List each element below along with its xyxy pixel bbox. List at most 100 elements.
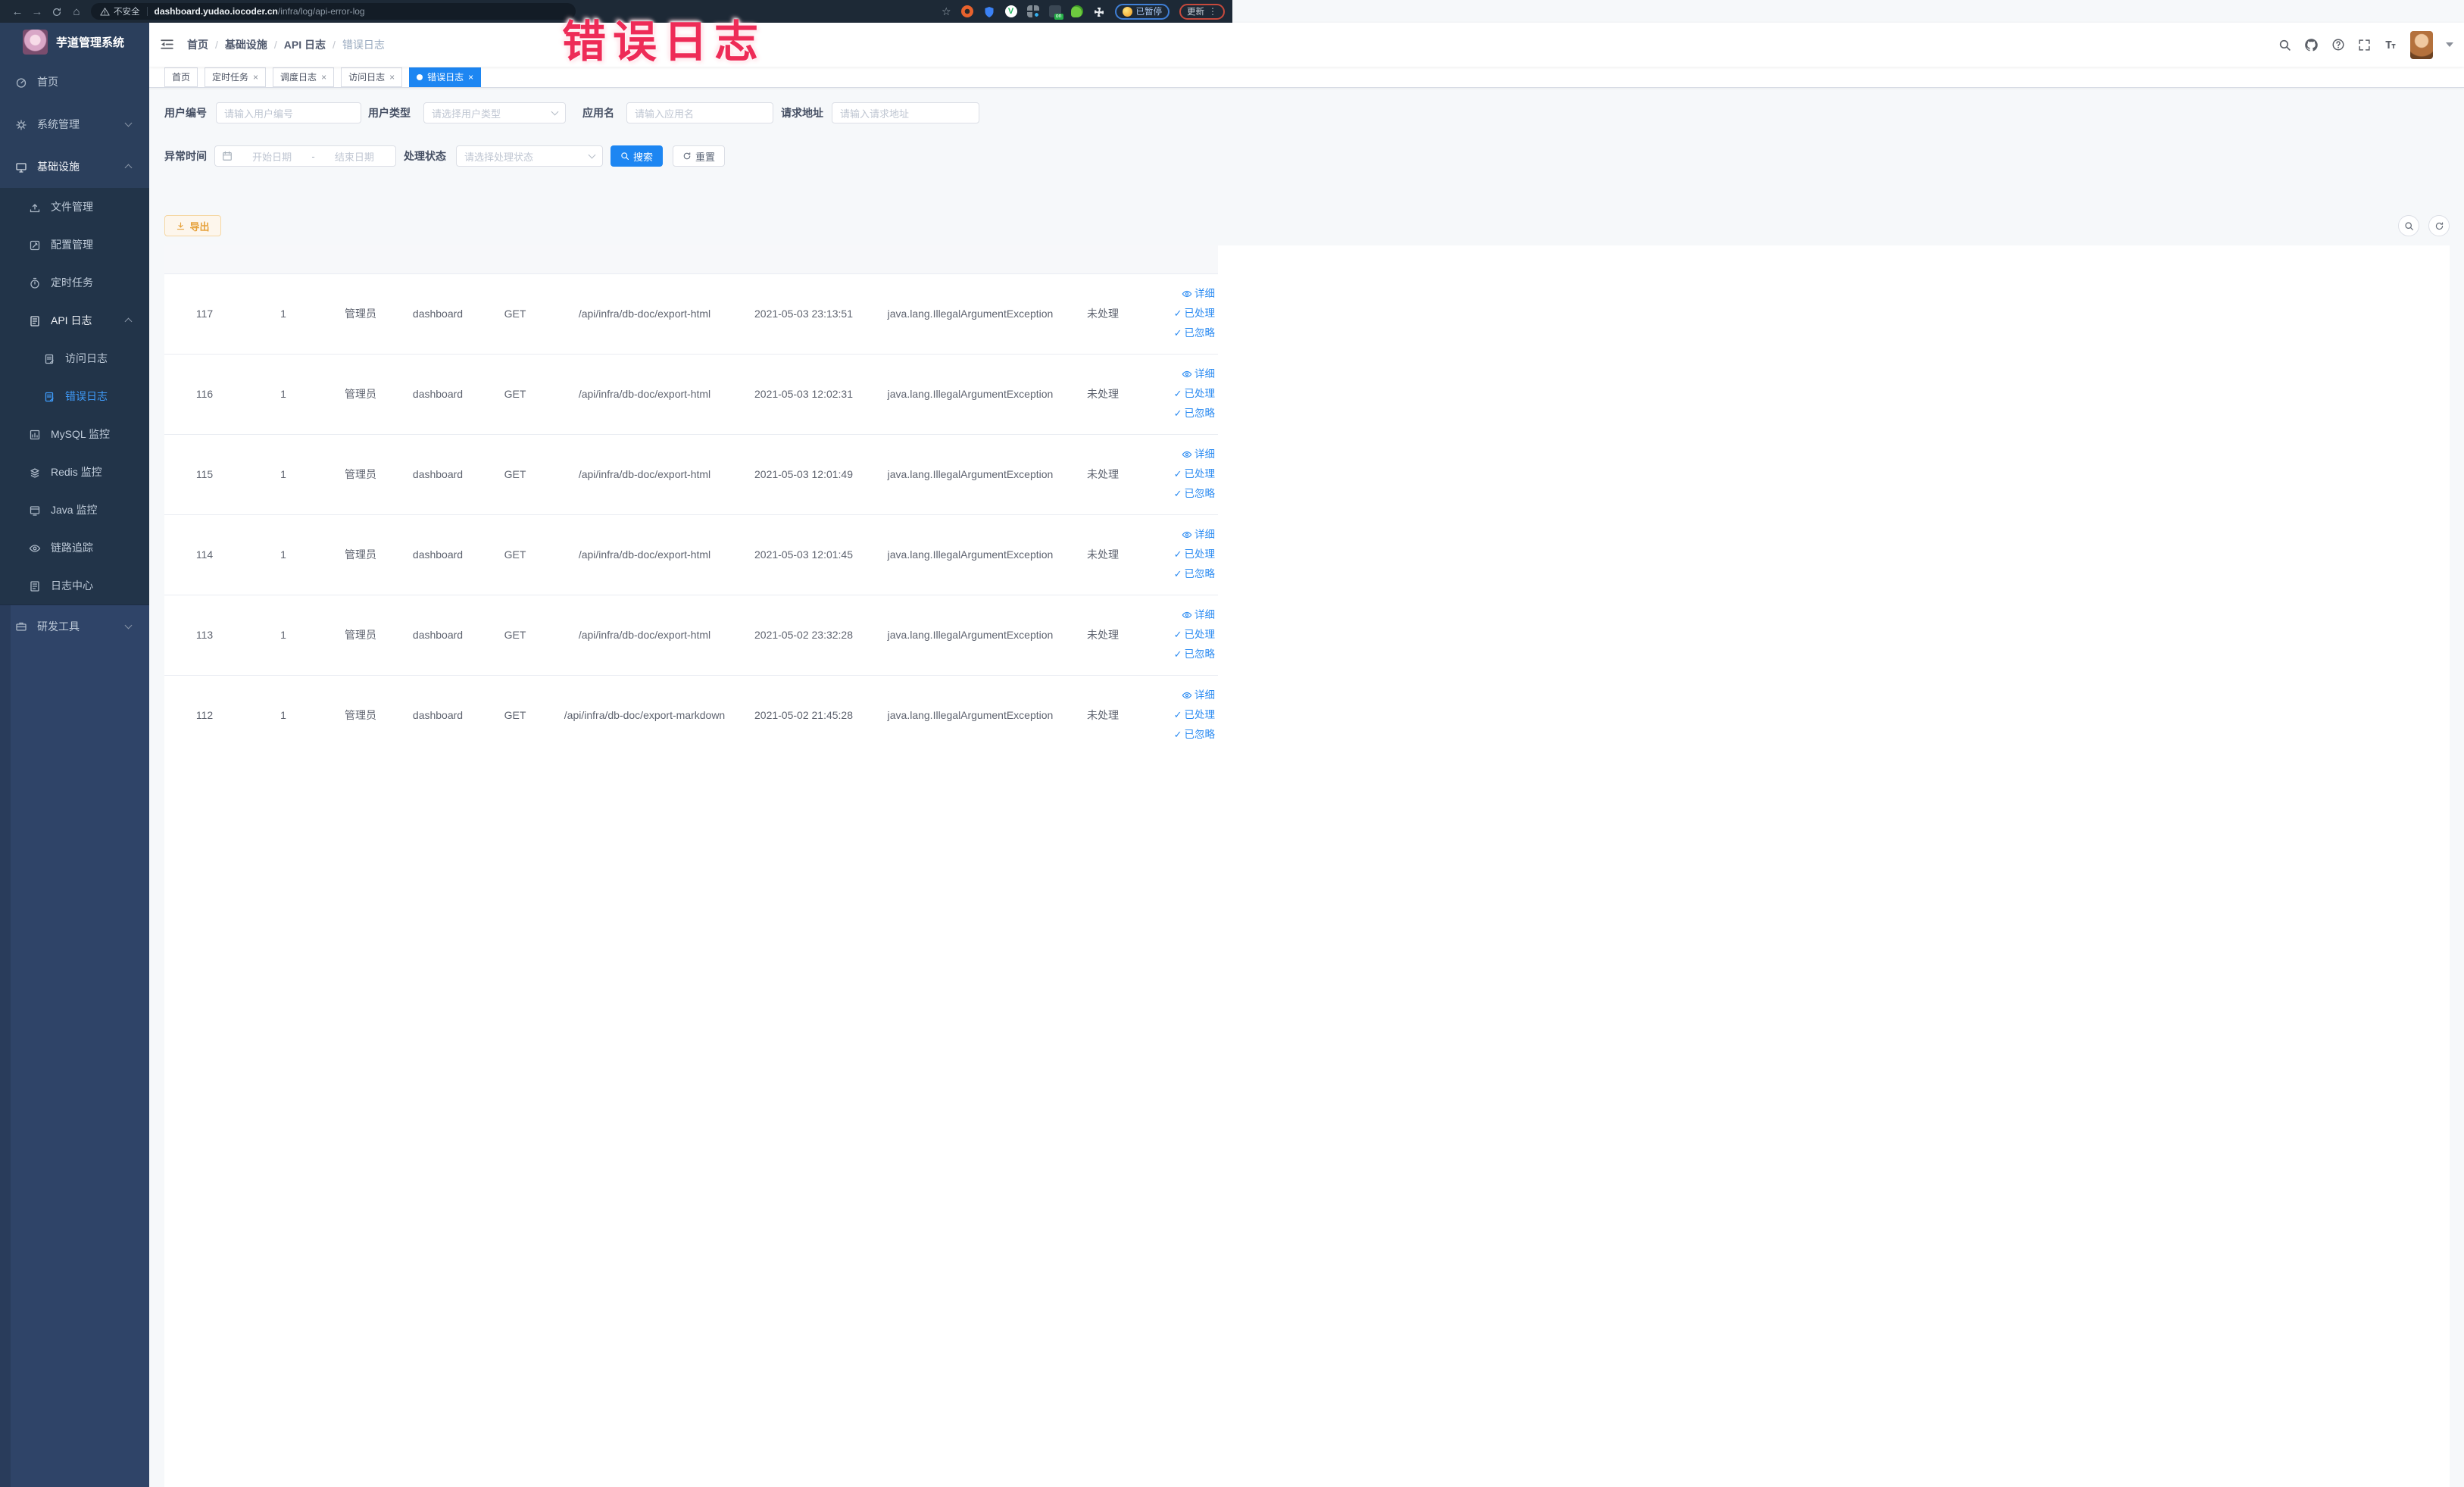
processed-link[interactable]: ✓ 已处理 (1137, 464, 1215, 484)
app-logo[interactable]: 芋道管理系统 (0, 23, 149, 61)
font-size-button[interactable] (2384, 39, 2397, 51)
refresh-table-button[interactable] (2428, 215, 2450, 236)
sidebar-item-label: 日志中心 (51, 579, 93, 592)
sidebar-item[interactable]: MySQL 监控 (0, 415, 149, 453)
tag-view-item[interactable]: 定时任务 × (205, 67, 267, 87)
cell-exception-time: 2021-05-03 12:01:45 (735, 514, 872, 595)
eye-icon (1182, 530, 1192, 540)
sidebar-item[interactable]: 定时任务 (0, 264, 149, 301)
url-bar[interactable]: 不安全 dashboard.yudao.iocoder.cn/infra/log… (91, 3, 576, 20)
ignored-link[interactable]: ✓ 已忽略 (1137, 404, 1215, 423)
browser-home-button[interactable]: ⌂ (67, 5, 86, 18)
date-range-picker[interactable]: 开始日期 - 结束日期 (214, 145, 396, 167)
cell-exception-time: 2021-05-03 23:13:51 (735, 273, 872, 354)
ignored-link[interactable]: ✓ 已忽略 (1137, 323, 1215, 343)
breadcrumb-link[interactable]: 基础设施 (225, 39, 267, 51)
eye-icon (1182, 289, 1192, 299)
sidebar-item[interactable]: 基础设施 (0, 145, 149, 188)
sidebar-item[interactable]: 研发工具 (0, 604, 149, 647)
cell-method: GET (476, 594, 554, 675)
detail-link[interactable]: 详细 (1137, 525, 1215, 545)
tag-view-item[interactable]: 首页 (164, 67, 198, 87)
sidebar-item[interactable]: 文件管理 (0, 188, 149, 226)
extensions-puzzle-icon[interactable] (1093, 5, 1105, 17)
breadcrumb-link[interactable]: API 日志 (284, 39, 326, 51)
reset-button[interactable]: 重置 (673, 145, 725, 167)
monitor-icon (15, 161, 27, 173)
ignored-link[interactable]: ✓ 已忽略 (1137, 484, 1215, 504)
app-title: 芋道管理系统 (56, 36, 125, 49)
process-status-select[interactable]: 请选择处理状态 (456, 145, 603, 167)
github-link[interactable] (2304, 38, 2319, 52)
fullscreen-button[interactable] (2358, 39, 2371, 52)
tag-view-item[interactable]: 调度日志 × (273, 67, 335, 87)
browser-reload-button[interactable] (47, 5, 67, 18)
detail-link[interactable]: 详细 (1137, 686, 1215, 705)
browser-back-button[interactable]: ← (8, 5, 27, 18)
tag-close-icon[interactable]: × (468, 73, 473, 82)
user-type-select[interactable]: 请选择用户类型 (423, 102, 566, 123)
hamburger-icon (160, 38, 174, 51)
tag-close-icon[interactable]: × (253, 73, 258, 82)
user-id-input[interactable]: 请输入用户编号 (216, 102, 361, 123)
sidebar-toggle-button[interactable] (160, 38, 174, 52)
browser-forward-button[interactable]: → (27, 5, 47, 18)
extension-icon-switch-on[interactable] (1048, 5, 1063, 20)
tag-close-icon[interactable]: × (389, 73, 395, 82)
sidebar-item[interactable]: 链路追踪 (0, 529, 149, 567)
search-button[interactable]: 搜索 (611, 145, 663, 167)
gear-icon (15, 119, 27, 131)
toggle-search-button[interactable] (2398, 215, 2419, 236)
sidebar-item[interactable]: 配置管理 (0, 226, 149, 264)
cell-app-name: dashboard (399, 433, 476, 514)
tag-view-item[interactable]: 错误日志 × (409, 67, 482, 87)
sidebar-item[interactable]: 访问日志 (0, 339, 149, 377)
browser-menu-icon[interactable]: ⋮ (1208, 6, 1217, 17)
header-search-button[interactable] (2278, 39, 2291, 52)
sidebar-item[interactable]: API 日志 (0, 301, 149, 339)
eye-icon (1182, 610, 1192, 620)
ignored-link[interactable]: ✓ 已忽略 (1137, 645, 1215, 664)
tag-view-item[interactable]: 访问日志 × (341, 67, 403, 87)
breadcrumb-link[interactable]: 首页 (187, 39, 208, 51)
cell-method: GET (476, 273, 554, 354)
search-icon (2404, 221, 2414, 231)
detail-link[interactable]: 详细 (1137, 445, 1215, 464)
processed-link[interactable]: ✓ 已处理 (1137, 705, 1215, 725)
extension-icon-shield[interactable] (983, 5, 995, 17)
bookmark-star-icon[interactable]: ☆ (942, 5, 951, 18)
extension-icon-grid[interactable] (1026, 5, 1039, 17)
help-button[interactable] (2331, 38, 2345, 52)
sidebar-item[interactable]: Redis 监控 (0, 453, 149, 491)
cell-process-status: 未处理 (1069, 594, 1137, 675)
sidebar-item[interactable]: 首页 (0, 61, 149, 103)
detail-link[interactable]: 详细 (1137, 364, 1215, 384)
app-name-input[interactable]: 请输入应用名 (626, 102, 773, 123)
user-menu-caret-icon[interactable] (2446, 42, 2453, 47)
extension-icon-vue-devtools[interactable]: V (1004, 5, 1017, 17)
extension-icon-leaf[interactable] (1070, 5, 1083, 17)
sidebar-item[interactable]: 日志中心 (0, 567, 149, 604)
ignored-link[interactable]: ✓ 已忽略 (1137, 725, 1215, 745)
ignored-link[interactable]: ✓ 已忽略 (1137, 564, 1215, 584)
sidebar-item[interactable]: 错误日志 (0, 377, 149, 415)
processed-link[interactable]: ✓ 已处理 (1137, 625, 1215, 645)
sidebar-item[interactable]: Java 监控 (0, 491, 149, 529)
eye-icon (1182, 369, 1192, 380)
processed-link[interactable]: ✓ 已处理 (1137, 304, 1215, 323)
export-button[interactable]: 导出 (164, 215, 221, 236)
chrome-update-chip[interactable]: 更新 ⋮ (1179, 3, 1225, 20)
detail-link[interactable]: 详细 (1137, 284, 1215, 304)
tag-close-icon[interactable]: × (321, 73, 326, 82)
breadcrumb-link[interactable]: 错误日志 (342, 39, 385, 51)
sidebar-item[interactable]: 系统管理 (0, 103, 149, 145)
profile-paused-chip[interactable]: 已暂停 (1114, 3, 1170, 20)
processed-link[interactable]: ✓ 已处理 (1137, 384, 1215, 404)
cell-exception-time: 2021-05-02 23:32:28 (735, 594, 872, 675)
request-url-input[interactable]: 请输入请求地址 (832, 102, 979, 123)
processed-link[interactable]: ✓ 已处理 (1137, 545, 1215, 564)
extension-icon-orange[interactable] (960, 5, 973, 17)
calendar-icon (222, 151, 233, 161)
detail-link[interactable]: 详细 (1137, 605, 1215, 625)
user-avatar[interactable] (2410, 30, 2433, 59)
